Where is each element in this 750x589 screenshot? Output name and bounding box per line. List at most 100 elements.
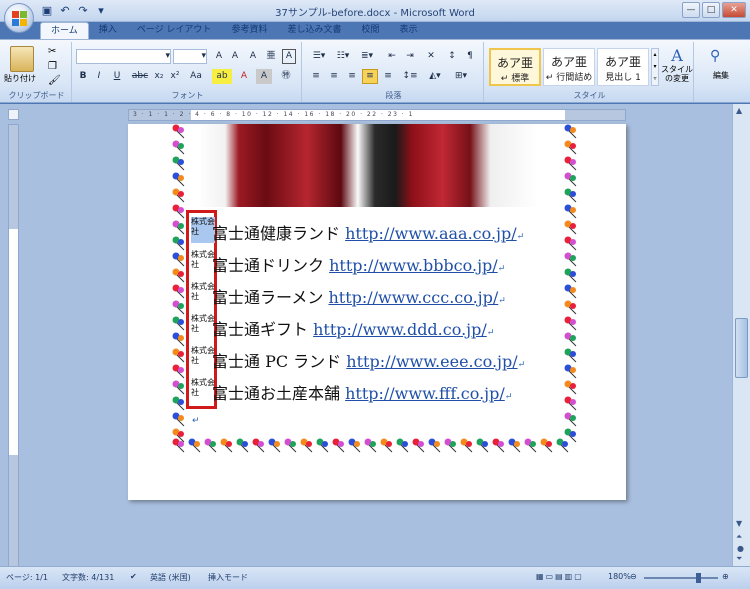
paragraph-group-label: 段落 — [385, 91, 402, 100]
borders-icon[interactable]: ⊞▾ — [450, 69, 472, 84]
balloon-icon — [564, 124, 577, 139]
increase-indent-icon[interactable]: ⇥ — [402, 49, 418, 64]
company-line-2[interactable]: 富士通ドリンク http://www.bbbco.jp/↵ — [212, 252, 505, 276]
company-line-5[interactable]: 富士通 PC ランド http://www.eee.co.jp/↵ — [212, 348, 525, 372]
company-url-1[interactable]: http://www.aaa.co.jp/ — [345, 224, 517, 243]
tab-mailings[interactable]: 差し込み文書 — [277, 22, 351, 40]
word-count[interactable]: 文字数: 4/131 — [62, 572, 114, 583]
proofing-icon[interactable]: ✔ — [130, 572, 137, 581]
zoom-slider-thumb[interactable] — [696, 573, 701, 583]
browse-object-icon[interactable]: ● — [737, 544, 744, 553]
justify-icon[interactable]: ≡ — [362, 69, 378, 84]
numbering-icon[interactable]: ☷▾ — [332, 49, 354, 64]
show-marks-icon[interactable]: ¶ — [462, 49, 478, 64]
underline-button[interactable]: U — [108, 69, 126, 84]
change-styles-button[interactable]: A スタイルの変更 — [661, 46, 693, 90]
decrease-indent-icon[interactable]: ⇤ — [384, 49, 400, 64]
scroll-up-icon[interactable]: ▲ — [736, 106, 742, 115]
font-size-select[interactable]: ▾ — [173, 49, 207, 64]
font-name-select[interactable]: ▾ — [76, 49, 171, 64]
styles-scroll-icon[interactable]: ▴ ▾ ▿ — [651, 48, 659, 86]
distributed-icon[interactable]: ≡ — [380, 69, 396, 84]
company-url-5[interactable]: http://www.eee.co.jp/ — [346, 352, 517, 371]
balloon-icon — [564, 316, 577, 331]
align-center-icon[interactable]: ≡ — [326, 69, 342, 84]
insert-mode[interactable]: 挿入モード — [208, 572, 248, 583]
bullets-icon[interactable]: ☰▾ — [308, 49, 330, 64]
paste-icon[interactable] — [10, 46, 34, 72]
company-url-3[interactable]: http://www.ccc.co.jp/ — [328, 288, 498, 307]
copy-icon[interactable]: ❐ — [48, 61, 57, 72]
vertical-scrollbar[interactable]: ▲ ▼ ⏶ ● ⏷ — [732, 104, 750, 566]
zoom-in-icon[interactable]: ⊕ — [722, 572, 729, 581]
balloon-icon — [316, 438, 329, 453]
change-case-button[interactable]: Aa — [186, 69, 206, 84]
strikethrough-button[interactable]: abc — [130, 69, 150, 84]
company-line-6[interactable]: 富士通お土産本舗 http://www.fff.co.jp/↵ — [212, 380, 512, 404]
char-border-button[interactable]: A — [282, 49, 296, 64]
close-button[interactable]: ✕ — [722, 2, 746, 18]
style-normal[interactable]: あア亜 ↵ 標準 — [489, 48, 541, 86]
company-url-6[interactable]: http://www.fff.co.jp/ — [345, 384, 505, 403]
zoom-slider[interactable] — [644, 573, 718, 583]
shading-icon[interactable]: ◭▾ — [424, 69, 446, 84]
clear-format-button[interactable]: A — [246, 49, 260, 64]
font-group-label: フォント — [171, 91, 204, 100]
bold-button[interactable]: B — [76, 69, 90, 84]
company-url-2[interactable]: http://www.bbbco.jp/ — [329, 256, 498, 275]
line-spacing-icon[interactable]: ↕≡ — [400, 69, 420, 84]
ruler-marks: 3 · 1 · 1 · 2 · 4 · 6 · 8 · 10 · 12 · 14… — [133, 111, 414, 118]
document-page[interactable]: 株式会社 株式会社 株式会社 株式会社 株式会社 株式会社 富士通健康ランド h… — [128, 124, 626, 500]
editing-label[interactable]: 編集 — [696, 70, 746, 81]
enclosed-char-button[interactable]: ㊕ — [278, 69, 294, 84]
tab-selector[interactable] — [8, 109, 19, 120]
company-line-4[interactable]: 富士通ギフト http://www.ddd.co.jp/↵ — [212, 316, 494, 340]
sort-icon[interactable]: ↕ — [444, 49, 460, 64]
superscript-button[interactable]: x² — [168, 69, 182, 84]
phonetic-guide-button[interactable]: 亜 — [264, 49, 278, 64]
grow-font-button[interactable]: A — [212, 49, 226, 64]
paste-button-label[interactable]: 貼り付け — [4, 73, 36, 84]
tab-home[interactable]: ホーム — [40, 22, 89, 40]
tab-view[interactable]: 表示 — [389, 22, 427, 40]
style-normal-label: ↵ 標準 — [500, 74, 530, 84]
asian-layout-icon[interactable]: ✕ — [422, 49, 440, 64]
shrink-font-button[interactable]: A — [228, 49, 242, 64]
company-url-4[interactable]: http://www.ddd.co.jp/ — [313, 320, 487, 339]
cut-icon[interactable]: ✂ — [48, 46, 56, 57]
next-page-icon[interactable]: ⏷ — [736, 554, 742, 564]
minimize-button[interactable]: — — [682, 2, 700, 18]
style-no-spacing[interactable]: あア亜 ↵ 行間詰め — [543, 48, 595, 86]
char-shading-button[interactable]: A — [256, 69, 272, 84]
italic-button[interactable]: I — [92, 69, 106, 84]
vertical-ruler[interactable] — [8, 124, 19, 566]
tab-review[interactable]: 校閲 — [351, 22, 389, 40]
zoom-level[interactable]: 180% — [608, 572, 631, 581]
align-right-icon[interactable]: ≡ — [344, 69, 360, 84]
company-line-3[interactable]: 富士通ラーメン http://www.ccc.co.jp/↵ — [212, 284, 506, 308]
company-line-1[interactable]: 富士通健康ランド http://www.aaa.co.jp/↵ — [212, 220, 524, 244]
balloon-icon — [508, 438, 521, 453]
scroll-down-icon[interactable]: ▼ — [736, 519, 742, 528]
view-buttons[interactable]: ▦▭▤▥▢ — [536, 572, 584, 581]
multilevel-list-icon[interactable]: ≣▾ — [356, 49, 378, 64]
zoom-out-icon[interactable]: ⊖ — [630, 572, 637, 581]
page-count[interactable]: ページ: 1/1 — [6, 572, 48, 583]
font-color-button[interactable]: A — [236, 69, 252, 84]
style-heading-1[interactable]: あア亜 見出し 1 — [597, 48, 649, 86]
tab-references[interactable]: 参考資料 — [221, 22, 277, 40]
prev-page-icon[interactable]: ⏶ — [736, 532, 742, 542]
subscript-button[interactable]: x₂ — [152, 69, 166, 84]
scroll-thumb[interactable] — [735, 318, 748, 378]
highlight-color-button[interactable]: ab — [212, 69, 232, 84]
editing-icon[interactable]: ⚲ — [710, 48, 720, 64]
balloon-icon — [564, 220, 577, 235]
align-left-icon[interactable]: ≡ — [308, 69, 324, 84]
maximize-button[interactable]: □ — [702, 2, 720, 18]
office-button[interactable] — [4, 3, 34, 33]
horizontal-ruler[interactable]: 3 · 1 · 1 · 2 · 4 · 6 · 8 · 10 · 12 · 14… — [128, 109, 626, 121]
language-status[interactable]: 英語 (米国) — [150, 572, 191, 583]
format-painter-icon[interactable]: 🖌 — [48, 75, 61, 86]
tab-page-layout[interactable]: ページ レイアウト — [127, 22, 222, 40]
tab-insert[interactable]: 挿入 — [89, 22, 127, 40]
